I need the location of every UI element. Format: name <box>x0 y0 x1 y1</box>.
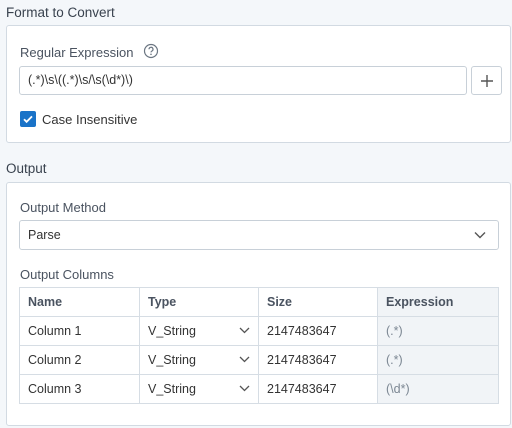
case-insensitive-checkbox[interactable] <box>20 111 36 127</box>
add-button[interactable] <box>471 66 502 95</box>
cell-expression: (\d*) <box>377 374 499 404</box>
format-panel: Regular Expression (.*)\s\((.*)\s/\s(\d*… <box>6 25 511 143</box>
cell-type-value: V_String <box>148 324 196 338</box>
format-section-title: Format to Convert <box>6 5 115 20</box>
chevron-down-icon <box>239 356 250 363</box>
chevron-down-icon <box>239 385 250 392</box>
cell-type-value: V_String <box>148 353 196 367</box>
output-section-title: Output <box>6 161 47 176</box>
output-columns-label: Output Columns <box>20 267 114 282</box>
case-insensitive-label[interactable]: Case Insensitive <box>42 112 137 127</box>
output-method-label: Output Method <box>20 200 106 215</box>
cell-name[interactable]: Column 3 <box>19 374 140 404</box>
header-name: Name <box>19 287 140 317</box>
cell-size[interactable]: 2147483647 <box>258 374 378 404</box>
output-columns-table: Name Type Size Expression Column 1 V_Str… <box>19 287 499 404</box>
table-header-row: Name Type Size Expression <box>19 287 499 317</box>
output-panel: Output Method Parse Output Columns Name … <box>6 182 511 426</box>
cell-type[interactable]: V_String <box>139 345 259 375</box>
output-method-value: Parse <box>28 228 61 242</box>
header-type: Type <box>139 287 259 317</box>
header-expression: Expression <box>377 287 499 317</box>
plus-icon <box>480 74 493 87</box>
regex-label: Regular Expression <box>20 45 134 60</box>
table-row: Column 3 V_String 2147483647 (\d*) <box>19 374 499 404</box>
cell-name[interactable]: Column 1 <box>19 316 140 346</box>
cell-expression: (.*) <box>377 316 499 346</box>
cell-type-value: V_String <box>148 382 196 396</box>
cell-expression: (.*) <box>377 345 499 375</box>
cell-type[interactable]: V_String <box>139 374 259 404</box>
chevron-down-icon <box>474 232 486 239</box>
table-row: Column 1 V_String 2147483647 (.*) <box>19 316 499 346</box>
cell-size[interactable]: 2147483647 <box>258 316 378 346</box>
output-method-select[interactable]: Parse <box>19 220 499 250</box>
help-icon[interactable] <box>143 43 159 59</box>
header-size: Size <box>258 287 378 317</box>
cell-type[interactable]: V_String <box>139 316 259 346</box>
cell-name[interactable]: Column 2 <box>19 345 140 375</box>
cell-size[interactable]: 2147483647 <box>258 345 378 375</box>
regex-input[interactable]: (.*)\s\((.*)\s/\s(\d*)\) <box>19 66 467 95</box>
chevron-down-icon <box>239 327 250 334</box>
table-row: Column 2 V_String 2147483647 (.*) <box>19 345 499 375</box>
check-icon <box>23 115 33 124</box>
